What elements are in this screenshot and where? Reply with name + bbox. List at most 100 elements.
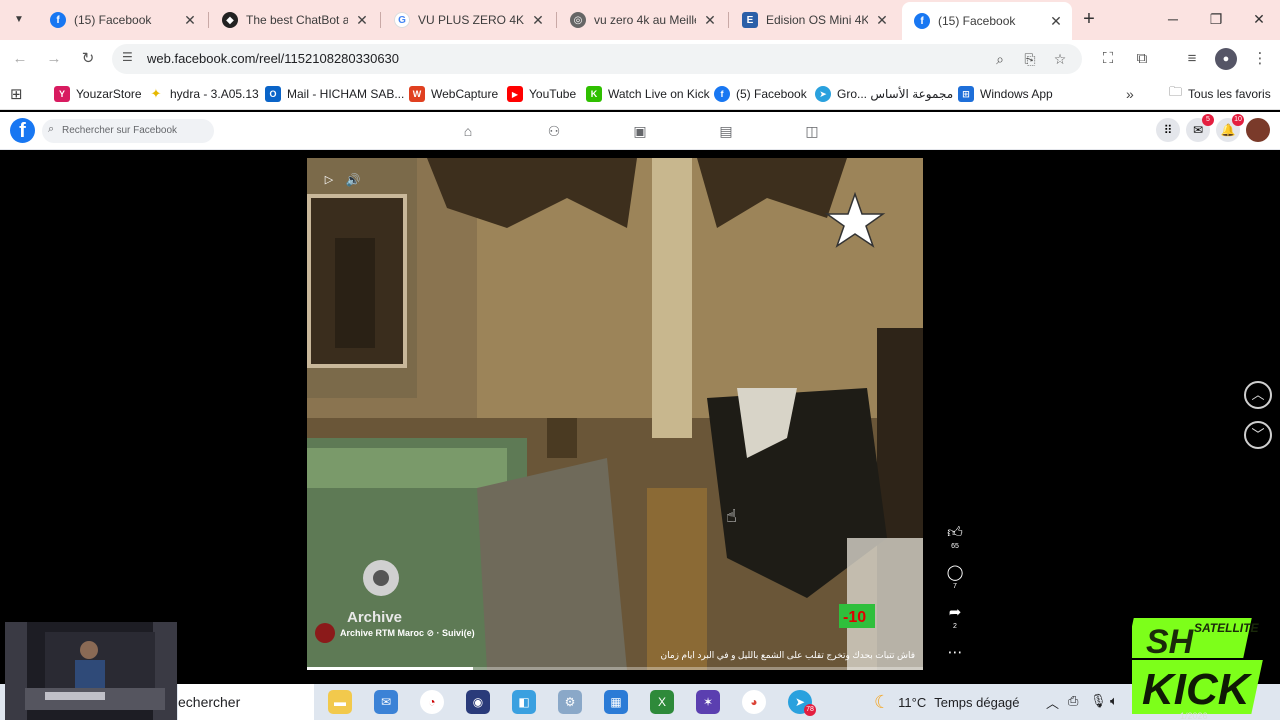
tool-app-icon[interactable]: ⚙ — [558, 690, 582, 714]
taskbar-search[interactable]: echercher — [178, 684, 314, 720]
obs-icon[interactable]: ✶ — [696, 690, 720, 714]
comment-button[interactable]: ◯ 7 — [945, 564, 965, 591]
tray-chevron-icon[interactable]: ︿ — [1046, 693, 1059, 712]
more-bookmarks-icon[interactable]: » — [1126, 84, 1134, 104]
tab-vu-zero[interactable]: ◎ vu zero 4k au Meilleu ✕ — [558, 4, 726, 36]
bookmark-mail[interactable]: O Mail - HICHAM SAB... — [265, 84, 404, 104]
window-close-icon[interactable]: ✕ — [1246, 8, 1272, 30]
speaker-icon[interactable]: 🔈︎ — [1110, 693, 1118, 709]
tab-chatbot[interactable]: ◆ The best ChatBot and ✕ — [210, 4, 378, 36]
bookmarks-bar: ⊞ Y YouzarStore ✦ hydra - 3.A05.13 O Mai… — [0, 78, 1280, 110]
media-controls-icon[interactable]: ≡ — [1181, 48, 1203, 70]
tab-facebook-1[interactable]: f (15) Facebook ✕ — [38, 4, 206, 36]
messenger-icon[interactable]: ✉ 5 — [1186, 114, 1214, 142]
all-bookmarks-folder[interactable]: 🗀 Tous les favoris — [1169, 84, 1271, 104]
user-avatar[interactable] — [1246, 118, 1270, 142]
home-icon[interactable]: ⌂ — [458, 121, 478, 141]
tab-divider — [728, 12, 729, 28]
clock-app-icon[interactable]: ◔ — [420, 690, 444, 714]
profile-avatar[interactable]: ● — [1215, 48, 1237, 70]
extensions-icon[interactable]: ⧉ — [1131, 48, 1153, 70]
site-info-icon[interactable]: ☰ — [122, 50, 133, 64]
minimize-icon[interactable]: ─ — [1160, 8, 1186, 30]
close-icon[interactable]: ✕ — [1048, 13, 1064, 30]
next-reel-button[interactable]: ﹀ — [1244, 421, 1272, 449]
windows-taskbar: echercher ▬ ✉ ◔ ◉ ◧ ⚙ ▦ X ✶ ◕ ➤ 78 ☾ 11°… — [0, 684, 1280, 720]
bookmark-label: Watch Live on Kick — [608, 87, 710, 101]
bookmark-facebook[interactable]: f (5) Facebook — [714, 84, 807, 104]
bookmark-webcapture[interactable]: W WebCapture — [409, 84, 498, 104]
reel-author[interactable]: Archive RTM Maroc ⊘ · Suivi(e) — [315, 623, 475, 643]
gaming-icon[interactable]: ◫ — [802, 121, 822, 141]
facebook-search[interactable]: ⌕ Rechercher sur Facebook — [42, 119, 214, 143]
new-tab-button[interactable]: + — [1078, 8, 1100, 30]
tab-search-button[interactable]: ▼ — [8, 9, 30, 31]
address-bar[interactable]: ☰ web.facebook.com/reel/1152108280330630… — [112, 44, 1082, 74]
play-button[interactable]: ▷ — [319, 170, 339, 190]
facebook-logo[interactable]: f — [10, 118, 35, 143]
weather-widget[interactable]: ☾ 11°C Temps dégagé — [874, 692, 1020, 713]
telegram-icon: ➤ — [815, 86, 831, 102]
telegram-taskbar-icon[interactable]: ➤ 78 — [788, 690, 816, 716]
more-options-button[interactable]: ⋯ — [945, 644, 965, 662]
menu-icon[interactable]: ⋮ — [1249, 48, 1271, 70]
bookmark-youtube[interactable]: ▶ YouTube — [507, 84, 576, 104]
calculator-icon[interactable]: ▦ — [604, 690, 628, 714]
network-icon[interactable]: ⎙ — [1068, 693, 1078, 709]
forward-icon[interactable]: → — [43, 48, 65, 70]
comment-icon: ◯ — [946, 564, 964, 581]
zoom-icon[interactable]: ⌕ — [990, 49, 1010, 69]
close-icon[interactable]: ✕ — [874, 12, 890, 29]
friends-icon[interactable]: ⚇ — [544, 121, 564, 141]
microphone-icon[interactable]: 🎙︎ — [1090, 693, 1107, 709]
like-button[interactable]: 👍︎ 65 — [945, 524, 965, 551]
browser-toolbar: ← → ↻ ☰ web.facebook.com/reel/1152108280… — [0, 40, 1280, 78]
tab-facebook-active[interactable]: f (15) Facebook ✕ — [902, 2, 1072, 40]
volume-icon[interactable]: 🔊 — [343, 170, 363, 190]
share-button[interactable]: ➦ 2 — [945, 604, 965, 631]
hand-cursor-icon: ☝ — [726, 506, 737, 526]
video-progress-bar[interactable] — [307, 667, 923, 670]
tab-edision[interactable]: E Edision OS Mini 4K S ✕ — [730, 4, 898, 36]
mail-app-icon[interactable]: ✉ — [374, 690, 398, 714]
bookmark-kick[interactable]: K Watch Live on Kick — [586, 84, 710, 104]
bookmark-label: hydra - 3.A05.13 — [170, 87, 259, 101]
url-text[interactable]: web.facebook.com/reel/1152108280330630 — [147, 51, 399, 66]
bookmark-telegram-group[interactable]: ➤ Gro... مجموعة الأساس — [815, 84, 953, 104]
bookmark-star-icon[interactable]: ☆ — [1050, 49, 1070, 69]
restore-icon[interactable]: ❐ — [1203, 8, 1229, 30]
author-avatar[interactable] — [315, 623, 335, 643]
chatbot-icon: ◆ — [222, 12, 238, 28]
bookmark-youzarstore[interactable]: Y YouzarStore — [54, 84, 142, 104]
close-icon[interactable]: ✕ — [530, 12, 546, 29]
close-icon[interactable]: ✕ — [702, 12, 718, 29]
tab-title: VU PLUS ZERO 4K - R — [418, 13, 524, 27]
reload-icon[interactable]: ↻ — [77, 48, 99, 70]
screenshot-extension-icon[interactable]: ⛶ — [1097, 48, 1119, 70]
camera-app-icon[interactable]: ◉ — [466, 690, 490, 714]
hydra-icon: ✦ — [148, 86, 164, 102]
author-name[interactable]: Archive RTM Maroc ⊘ · Suivi(e) — [340, 628, 475, 639]
bookmark-hydra[interactable]: ✦ hydra - 3.A05.13 — [148, 84, 259, 104]
bookmark-label: Gro... مجموعة الأساس — [837, 87, 954, 101]
video-icon[interactable]: ▣ — [630, 121, 650, 141]
reel-video[interactable]: -10 Archive ▷ 🔊 Archive RTM Maroc ⊘ · Su… — [307, 158, 923, 670]
install-app-icon[interactable]: ⎘ — [1020, 49, 1040, 69]
weather-temp: 11°C — [898, 695, 927, 710]
file-explorer-icon[interactable]: ▬ — [328, 690, 352, 714]
video-frame: -10 Archive — [307, 158, 923, 670]
chrome-icon[interactable]: ◕ — [742, 690, 766, 714]
taskbar-search-text[interactable]: echercher — [178, 694, 240, 710]
marketplace-icon[interactable]: ▤ — [716, 121, 736, 141]
previous-reel-button[interactable]: ︿ — [1244, 381, 1272, 409]
apps-icon[interactable]: ⊞ — [10, 84, 23, 104]
back-icon[interactable]: ← — [9, 48, 31, 70]
close-icon[interactable]: ✕ — [354, 12, 370, 29]
menu-grid-icon[interactable]: ⠿ — [1156, 118, 1180, 142]
excel-icon[interactable]: X — [650, 690, 674, 714]
tab-vu-plus[interactable]: G VU PLUS ZERO 4K - R ✕ — [382, 4, 554, 36]
bookmark-windows-app[interactable]: ⊞ Windows App — [958, 84, 1053, 104]
close-icon[interactable]: ✕ — [182, 12, 198, 29]
notifications-icon[interactable]: 🔔 10 — [1216, 114, 1244, 142]
store-app-icon[interactable]: ◧ — [512, 690, 536, 714]
